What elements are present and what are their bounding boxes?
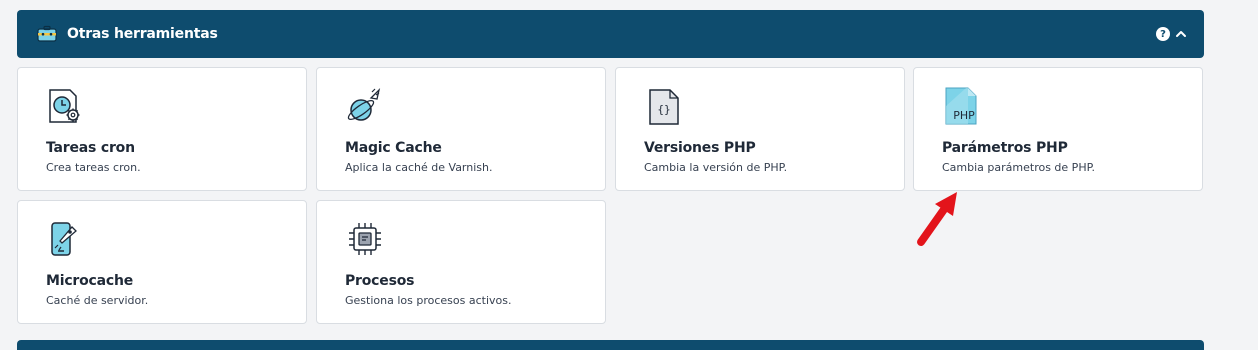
tool-title: Tareas cron (46, 140, 135, 156)
code-file-icon: {} (644, 86, 684, 126)
clock-gear-icon (46, 86, 86, 126)
red-arrow-icon (917, 192, 957, 246)
tool-description: Crea tareas cron. (46, 161, 141, 174)
tool-title: Parámetros PHP (942, 140, 1068, 156)
tool-card-versiones-php[interactable]: {} Versiones PHP Cambia la versión de PH… (615, 67, 905, 191)
tool-title: Magic Cache (345, 140, 442, 156)
section-header-otras-herramientas[interactable]: Otras herramientas ? (17, 10, 1204, 58)
tool-card-magic-cache[interactable]: Magic Cache Aplica la caché de Varnish. (316, 67, 606, 191)
tool-description: Gestiona los procesos activos. (345, 294, 512, 307)
php-file-icon: PHP (942, 86, 982, 126)
tool-card-procesos[interactable]: Procesos Gestiona los procesos activos. (316, 200, 606, 324)
tool-card-parametros-php[interactable]: PHP Parámetros PHP Cambia parámetros de … (913, 67, 1203, 191)
tool-card-tareas-cron[interactable]: Tareas cron Crea tareas cron. (17, 67, 307, 191)
tool-description: Aplica la caché de Varnish. (345, 161, 493, 174)
section-title: Otras herramientas (67, 26, 218, 42)
tool-title: Procesos (345, 273, 415, 289)
rocket-planet-icon (345, 86, 385, 126)
tool-description: Caché de servidor. (46, 294, 149, 307)
chevron-up-icon[interactable] (1174, 27, 1188, 41)
tool-title: Versiones PHP (644, 140, 756, 156)
tool-title: Microcache (46, 273, 134, 289)
phone-rocket-icon (46, 219, 86, 259)
question-circle-icon[interactable]: ? (1156, 27, 1170, 41)
tool-description: Cambia la versión de PHP. (644, 161, 788, 174)
svg-text:{}: {} (657, 103, 670, 116)
cpu-chip-icon (345, 219, 385, 259)
tool-description: Cambia parámetros de PHP. (942, 161, 1096, 174)
svg-text:PHP: PHP (953, 109, 975, 122)
toolbox-icon (37, 24, 57, 44)
tool-card-microcache[interactable]: Microcache Caché de servidor. (17, 200, 307, 324)
next-section-header[interactable] (17, 340, 1204, 350)
